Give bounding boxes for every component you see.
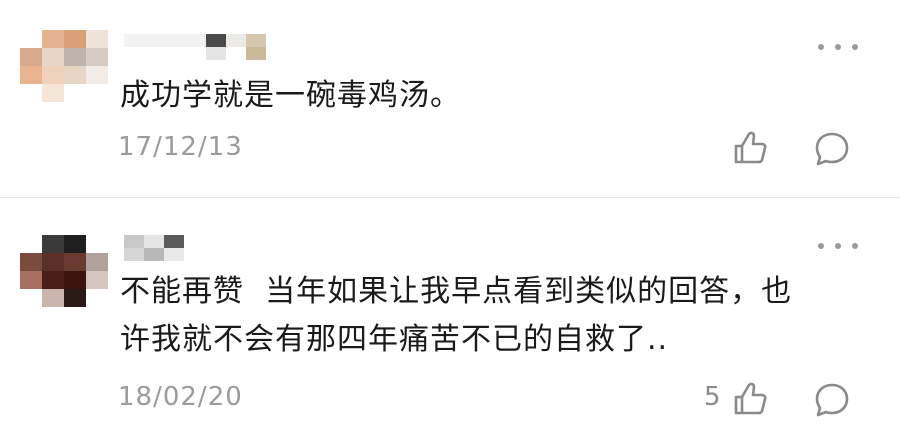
avatar-pixel — [20, 253, 42, 271]
avatar-pixel — [42, 84, 64, 102]
username-pixel — [246, 47, 266, 60]
thumbs-up-icon[interactable] — [730, 379, 770, 419]
avatar-pixel — [20, 48, 42, 66]
username-pixel — [164, 248, 184, 261]
avatar-pixel — [64, 30, 86, 48]
comment-item: 不能再赞 当年如果让我早点看到类似的回答，也 许我就不会有那四年痛苦不已的自救了… — [0, 199, 900, 442]
like-count: 5 — [704, 382, 721, 412]
username-pixel — [206, 34, 226, 47]
avatar-pixel — [42, 271, 64, 289]
avatar-pixel — [42, 30, 64, 48]
comment-date: 18/02/20 — [118, 382, 243, 412]
avatar-pixel — [64, 66, 86, 84]
username[interactable] — [124, 235, 274, 261]
avatar-pixel — [64, 235, 86, 253]
avatar[interactable] — [20, 235, 108, 307]
comment-item: 成功学就是一碗毒鸡汤。 17/12/13 — [0, 0, 900, 198]
avatar-pixel — [64, 253, 86, 271]
username-pixel — [246, 34, 266, 47]
avatar-pixel — [42, 253, 64, 271]
username-pixel — [206, 47, 226, 60]
avatar-pixel — [42, 48, 64, 66]
username-pixel — [144, 235, 164, 248]
username-pixel — [124, 235, 144, 248]
avatar-pixel — [86, 271, 108, 289]
avatar-pixel — [86, 253, 108, 271]
username-pixel — [144, 248, 164, 261]
avatar-pixel — [64, 271, 86, 289]
avatar-pixel — [86, 48, 108, 66]
username-pixel — [226, 34, 246, 47]
avatar-pixel — [42, 66, 64, 84]
avatar[interactable] — [20, 30, 108, 102]
avatar-pixel — [64, 48, 86, 66]
divider — [0, 197, 900, 198]
comment-date: 17/12/13 — [118, 132, 243, 162]
speech-bubble-icon[interactable] — [812, 128, 852, 168]
avatar-pixel — [20, 271, 42, 289]
more-dots-icon[interactable] — [818, 42, 858, 52]
thumbs-up-icon[interactable] — [730, 128, 770, 168]
username-pixel — [124, 34, 204, 47]
avatar-pixel — [86, 66, 108, 84]
avatar-pixel — [64, 289, 86, 307]
username[interactable] — [124, 34, 274, 60]
avatar-pixel — [42, 289, 64, 307]
username-pixel — [164, 235, 184, 248]
avatar-pixel — [86, 30, 108, 48]
avatar-pixel — [42, 235, 64, 253]
username-pixel — [124, 248, 144, 261]
comment-text: 成功学就是一碗毒鸡汤。 — [120, 78, 461, 113]
comment-text: 不能再赞 当年如果让我早点看到类似的回答，也 许我就不会有那四年痛苦不已的自救了… — [120, 274, 793, 357]
speech-bubble-icon[interactable] — [812, 379, 852, 419]
more-dots-icon[interactable] — [818, 241, 858, 251]
avatar-pixel — [20, 66, 42, 84]
